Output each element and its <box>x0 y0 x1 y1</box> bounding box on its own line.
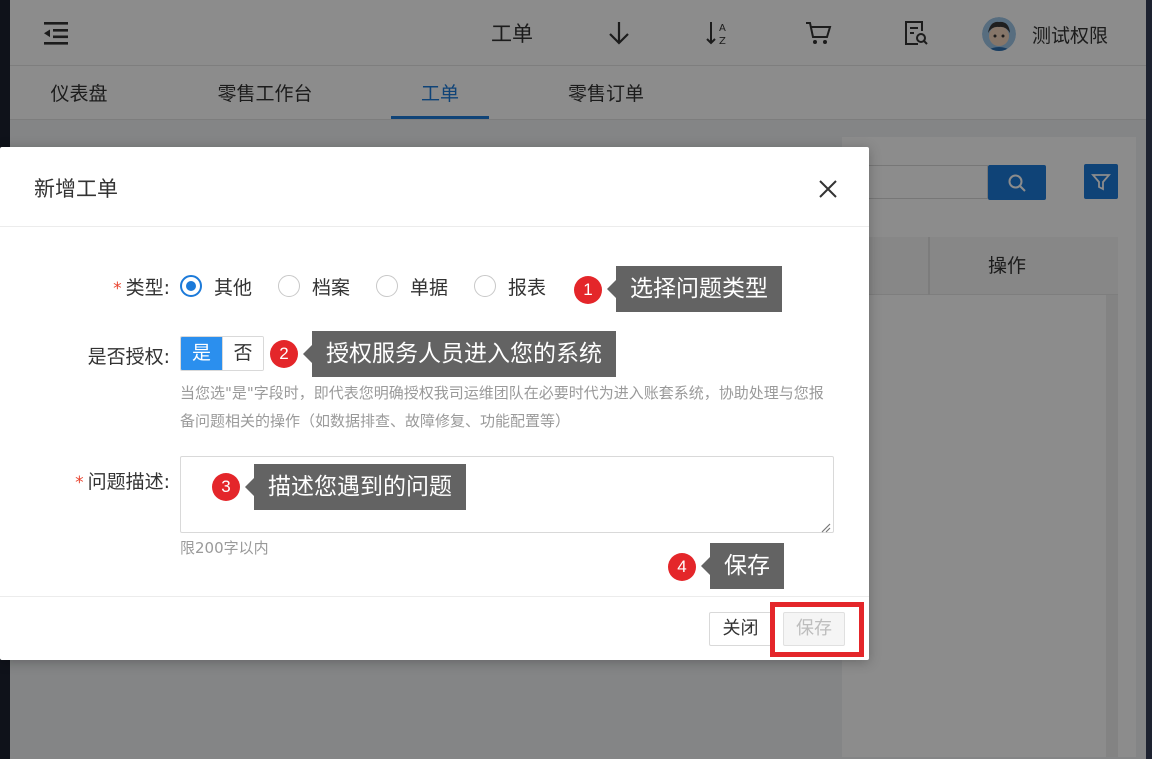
radio-label: 报表 <box>508 276 547 299</box>
radio-label: 档案 <box>312 276 351 299</box>
step-badge-3: 3 <box>212 473 240 501</box>
step-badge-2: 2 <box>270 340 298 368</box>
step-badge-4: 4 <box>668 553 696 581</box>
description-label: * 问题描述: <box>75 471 170 493</box>
dialog-title: 新增工单 <box>34 177 118 201</box>
radio-type-document[interactable]: 单据 <box>376 273 448 300</box>
window-right-edge <box>1146 0 1152 759</box>
radio-type-archive[interactable]: 档案 <box>278 273 350 300</box>
radio-label: 单据 <box>410 276 449 299</box>
required-asterisk: * <box>113 279 122 299</box>
callout-describe: 描述您遇到的问题 <box>245 464 466 510</box>
authorize-label: 是否授权: <box>87 346 170 368</box>
radio-circle <box>376 275 399 297</box>
close-button[interactable]: 关闭 <box>709 612 772 646</box>
required-asterisk: * <box>75 473 84 493</box>
authorize-toggle: 是 否 <box>180 336 264 371</box>
authorize-yes-button[interactable]: 是 <box>181 337 222 370</box>
callout-save: 保存 <box>701 543 784 589</box>
dialog-header: 新增工单 <box>0 147 869 227</box>
save-highlight-box <box>770 602 864 657</box>
radio-type-report[interactable]: 报表 <box>474 273 546 300</box>
step-badge-1: 1 <box>574 276 602 304</box>
callout-select-type: 选择问题类型 <box>607 266 782 312</box>
type-radio-group: 其他 档案 单据 报表 <box>180 271 572 301</box>
radio-label: 其他 <box>214 276 253 299</box>
type-label: * 类型: <box>113 277 170 299</box>
close-icon[interactable] <box>816 177 840 201</box>
authorize-no-button[interactable]: 否 <box>222 337 263 370</box>
dialog-footer-divider <box>0 596 869 597</box>
radio-circle <box>474 275 497 297</box>
radio-circle <box>180 275 202 297</box>
callout-authorize: 授权服务人员进入您的系统 <box>303 331 616 377</box>
resize-handle-icon[interactable] <box>819 518 831 533</box>
authorize-hint: 当您选"是"字段时，即代表您明确授权我司运维团队在必要时代为进入账套系统，协助处… <box>180 384 824 430</box>
radio-circle <box>278 275 301 297</box>
description-limit-hint: 限200字以内 <box>180 539 269 557</box>
radio-type-other[interactable]: 其他 <box>180 273 252 300</box>
